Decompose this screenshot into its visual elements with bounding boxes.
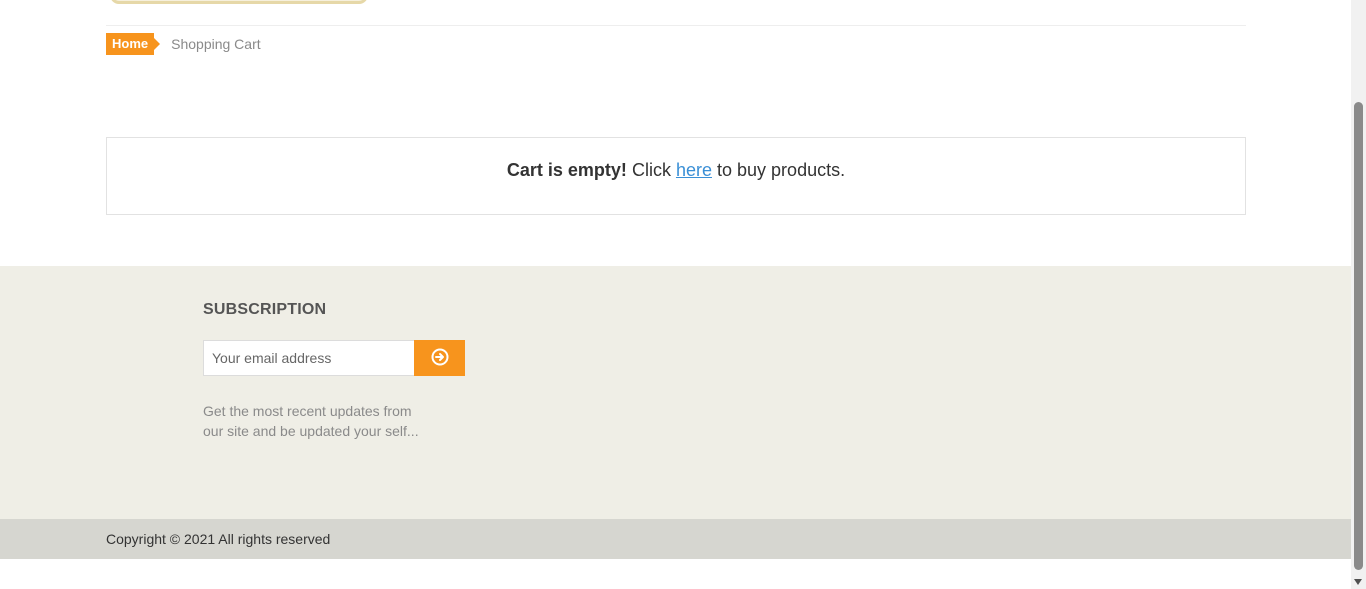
cart-empty-message: Cart is empty! Click here to buy product… <box>106 137 1246 215</box>
breadcrumb-current: Shopping Cart <box>171 36 261 52</box>
buy-products-link[interactable]: here <box>676 160 712 181</box>
copyright-text: Copyright © 2021 All rights reserved <box>106 531 331 547</box>
cart-empty-strong: Cart is empty! <box>506 159 627 180</box>
cart-click-text: Click <box>631 159 671 180</box>
breadcrumb: Home Shopping Cart <box>106 33 261 55</box>
vertical-scrollbar[interactable] <box>1351 0 1366 589</box>
email-input[interactable] <box>203 340 414 376</box>
scroll-down-arrow-icon[interactable] <box>1354 579 1362 585</box>
subscription-description: Get the most recent updates from our sit… <box>203 403 419 439</box>
subscription-form <box>203 340 465 376</box>
copyright-bar: Copyright © 2021 All rights reserved <box>0 519 1351 559</box>
arrow-circle-right-icon <box>431 348 449 369</box>
page: Home Shopping Cart Cart is empty! Click … <box>0 0 1366 589</box>
subscription-section: SUBSCRIPTION Get the most recent updates… <box>0 266 1351 519</box>
subscribe-button[interactable] <box>414 340 465 376</box>
scrollbar-thumb[interactable] <box>1354 102 1363 570</box>
subscription-title: SUBSCRIPTION <box>203 301 327 318</box>
breadcrumb-home-link[interactable]: Home <box>106 33 161 55</box>
search-bar-partial[interactable] <box>110 0 368 4</box>
header-divider <box>106 25 1246 26</box>
cart-suffix-text: to buy products. <box>717 159 846 180</box>
